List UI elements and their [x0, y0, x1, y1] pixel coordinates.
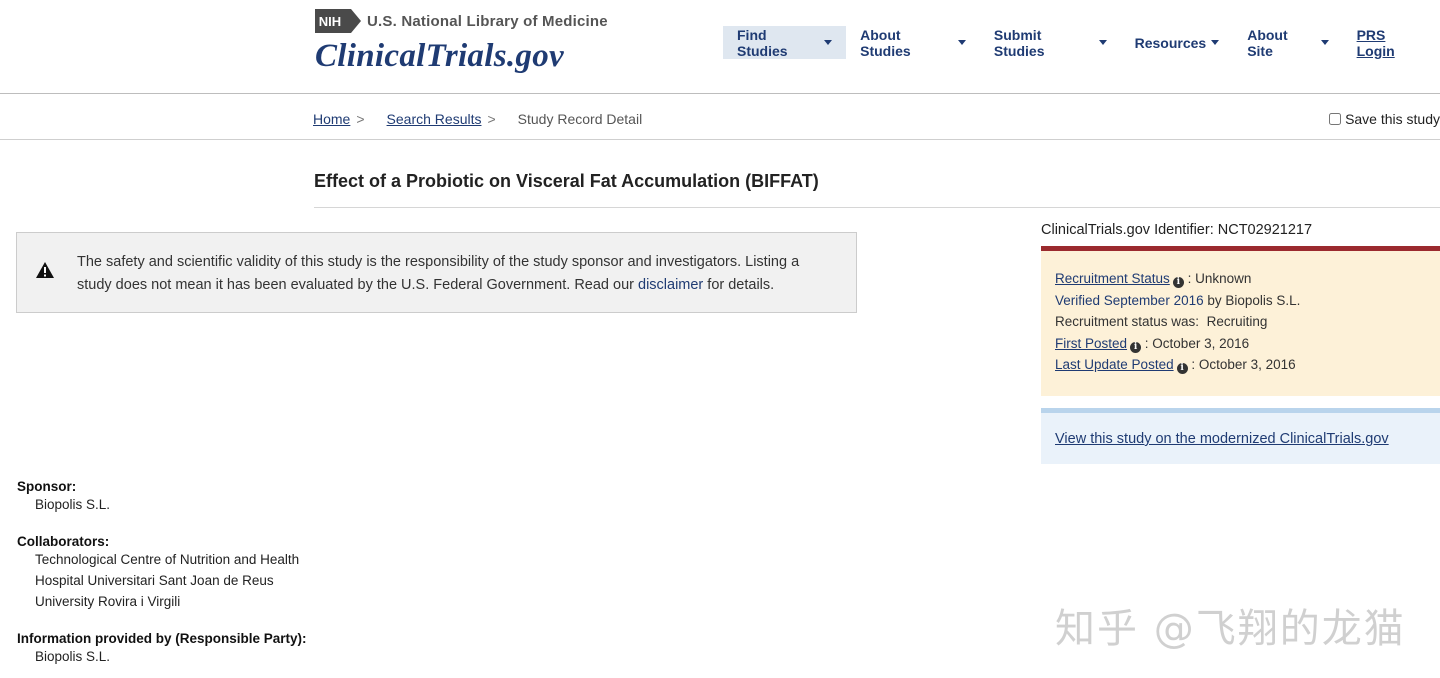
caret-down-icon	[1098, 40, 1107, 45]
info-icon[interactable]: i	[1130, 342, 1142, 353]
verified-date-link[interactable]: Verified September 2016	[1055, 293, 1204, 308]
nav-label: Submit Studies	[993, 26, 1045, 59]
nlm-agency-name: U.S. National Library of Medicine	[367, 12, 608, 30]
info-icon[interactable]: i	[1172, 277, 1184, 289]
first-posted-value: : October 3, 2016	[1144, 335, 1250, 351]
collaborator-item: University Rovira i Virgili	[35, 594, 181, 609]
recruitment-was-value: Recruiting	[1206, 314, 1268, 329]
save-study-checkbox[interactable]	[1329, 113, 1342, 125]
save-study-label: Save this study	[1345, 111, 1440, 127]
recruitment-status-value: : Unknown	[1187, 271, 1252, 286]
main-nav: Find Studies About Studies Submit Studie…	[723, 26, 1440, 59]
modernized-banner: View this study on the modernized Clinic…	[1041, 408, 1440, 464]
site-logo[interactable]: ClinicalTrials.gov	[315, 38, 564, 75]
collaborator-item: Hospital Universitari Sant Joan de Reus	[35, 573, 274, 588]
nav-label: Find Studies	[737, 26, 788, 59]
save-study-control[interactable]: Save this study	[1329, 111, 1440, 127]
nih-logo-icon: NIH	[315, 9, 361, 33]
caret-down-icon	[1320, 40, 1329, 45]
nav-about-site[interactable]: About Site	[1233, 26, 1342, 59]
last-update-value: : October 3, 2016	[1191, 357, 1296, 372]
breadcrumb-home[interactable]: Home	[313, 111, 350, 127]
first-posted-row: First Posted i : October 3, 2016	[1055, 333, 1440, 355]
breadcrumb: Home > Search Results > Study Record Det…	[313, 111, 642, 127]
nav-about-studies[interactable]: About Studies	[846, 26, 980, 59]
prs-login-link[interactable]: PRS Login	[1343, 26, 1440, 59]
sponsor-label: Sponsor:	[17, 479, 77, 494]
verified-row: Verified September 2016 by Biopolis S.L.	[1055, 290, 1440, 312]
first-posted-link[interactable]: First Posted	[1055, 336, 1127, 351]
sponsor-section: Sponsor: Biopolis S.L.	[17, 479, 110, 515]
breadcrumb-bar: Home > Search Results > Study Record Det…	[0, 94, 1440, 140]
nav-label: About Studies	[860, 26, 911, 59]
modernized-site-link[interactable]: View this study on the modernized Clinic…	[1055, 431, 1389, 447]
page-title: Effect of a Probiotic on Visceral Fat Ac…	[314, 171, 819, 191]
breadcrumb-current: Study Record Detail	[517, 111, 643, 127]
breadcrumb-search-results[interactable]: Search Results	[387, 111, 482, 127]
collaborator-item: Technological Centre of Nutrition and He…	[35, 552, 300, 567]
caret-down-icon	[957, 40, 966, 45]
caret-down-icon	[824, 40, 833, 45]
nlm-banner[interactable]: NIH U.S. National Library of Medicine	[315, 9, 608, 33]
responsible-party-label: Information provided by (Responsible Par…	[17, 631, 307, 646]
sponsor-value: Biopolis S.L.	[35, 497, 111, 512]
recruitment-status-link[interactable]: Recruitment Status	[1055, 271, 1170, 286]
recruitment-status-box: Recruitment Status i : Unknown Verified S…	[1041, 246, 1440, 396]
nav-find-studies[interactable]: Find Studies	[723, 26, 847, 59]
collaborators-section: Collaborators: Technological Centre of N…	[17, 534, 299, 612]
study-identifier: ClinicalTrials.gov Identifier: NCT029212…	[1041, 222, 1313, 238]
caret-down-icon	[1211, 40, 1220, 45]
verified-by: by Biopolis S.L.	[1203, 292, 1301, 308]
warning-icon	[36, 262, 54, 278]
info-icon[interactable]: i	[1176, 363, 1188, 375]
nav-label: About Site	[1247, 26, 1288, 59]
nav-resources[interactable]: Resources	[1121, 26, 1234, 59]
recruitment-was-label: Recruitment status was:	[1055, 314, 1200, 329]
breadcrumb-separator: >	[487, 111, 496, 127]
responsible-party-section: Information provided by (Responsible Par…	[17, 631, 307, 667]
last-update-row: Last Update Posted i : October 3, 2016	[1055, 354, 1440, 376]
disclaimer-link[interactable]: disclaimer	[638, 277, 703, 293]
watermark: 知乎 @飞翔的龙猫	[1055, 606, 1406, 652]
site-header: NIH U.S. National Library of Medicine Cl…	[0, 0, 1440, 94]
disclaimer-box: The safety and scientific validity of th…	[16, 232, 857, 313]
responsible-party-value: Biopolis S.L.	[35, 649, 111, 664]
nav-submit-studies[interactable]: Submit Studies	[980, 26, 1121, 59]
last-update-link[interactable]: Last Update Posted	[1055, 357, 1174, 372]
disclaimer-text: The safety and scientific validity of th…	[77, 251, 817, 297]
recruitment-was-row: Recruitment status was: Recruiting	[1055, 311, 1440, 333]
collaborators-label: Collaborators:	[17, 534, 110, 549]
disclaimer-tail: for details.	[703, 277, 775, 293]
title-divider	[314, 207, 1440, 208]
nav-label: Resources	[1134, 34, 1207, 51]
recruitment-status-row: Recruitment Status i : Unknown	[1055, 268, 1440, 290]
breadcrumb-separator: >	[356, 111, 365, 127]
prs-login-label: PRS Login	[1356, 26, 1395, 59]
